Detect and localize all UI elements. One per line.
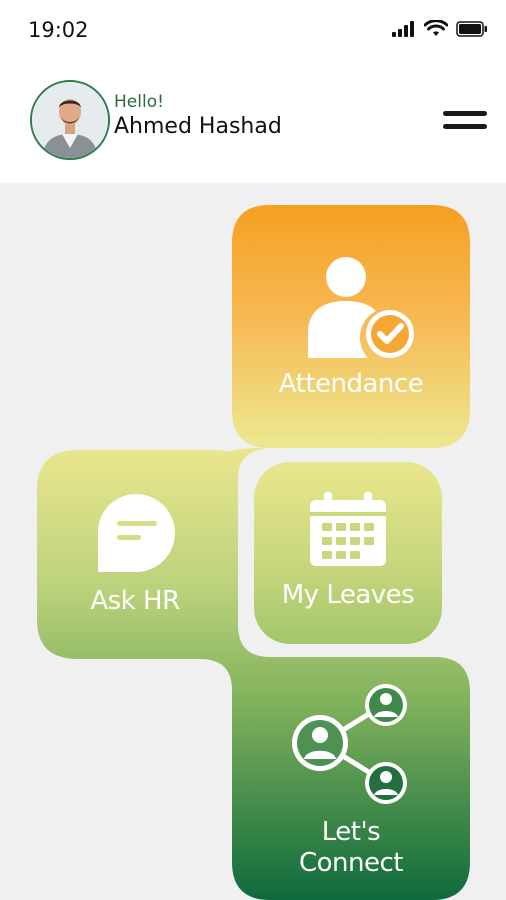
- ask-hr-label: Ask HR: [90, 586, 180, 616]
- share-network-icon: [292, 684, 407, 804]
- attendance-label: Attendance: [278, 369, 424, 399]
- my-leaves-tile[interactable]: My Leaves: [254, 462, 442, 644]
- lets-connect-label-line1: Let's: [321, 817, 381, 847]
- chat-bubble-icon: [97, 494, 175, 572]
- attendance-tile[interactable]: Attendance: [232, 205, 470, 448]
- ask-hr-tile[interactable]: Ask HR: [37, 450, 233, 659]
- calendar-icon: [310, 492, 386, 566]
- lets-connect-tile[interactable]: Let's Connect: [232, 657, 470, 900]
- user-check-icon: [308, 257, 414, 358]
- lets-connect-label-line2: Connect: [298, 848, 404, 878]
- my-leaves-label: My Leaves: [281, 580, 415, 610]
